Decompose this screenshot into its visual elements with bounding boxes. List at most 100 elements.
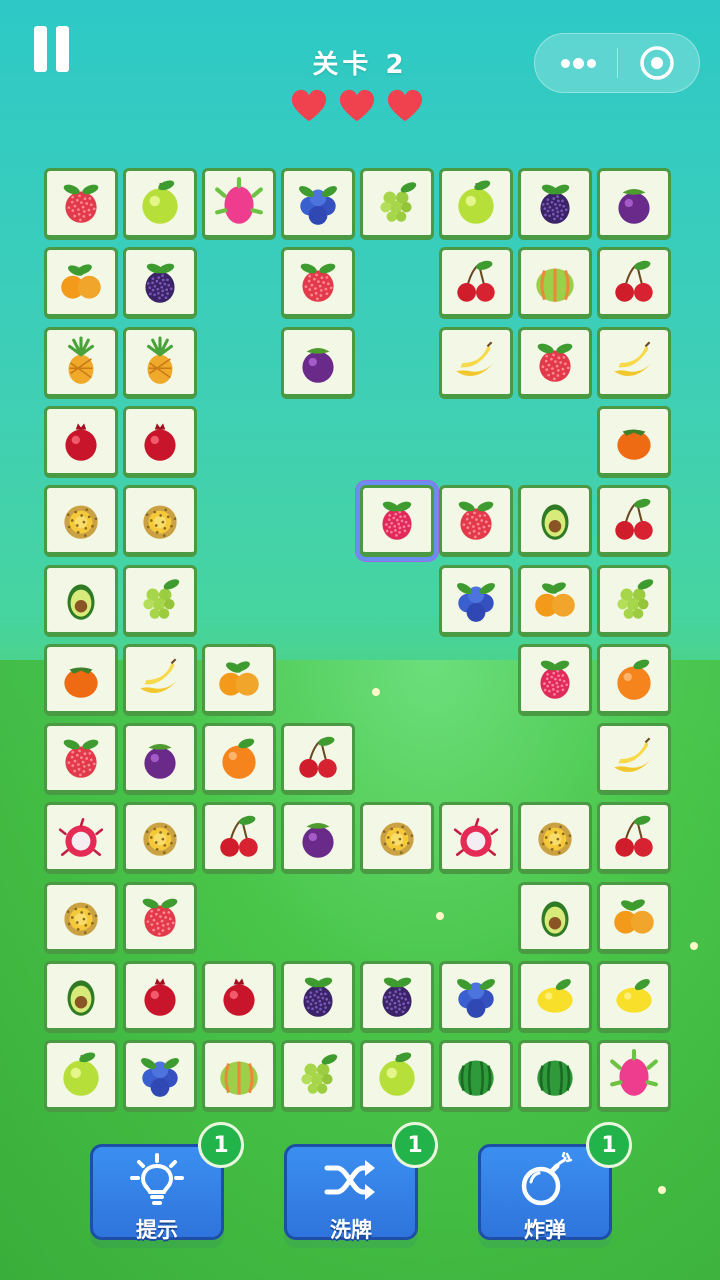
tile-watermelon[interactable] (518, 1040, 592, 1112)
tile-lychee[interactable] (44, 723, 118, 795)
tile-raspberry[interactable] (360, 485, 434, 557)
tile-apple[interactable] (360, 1040, 434, 1112)
tile-melon[interactable] (202, 1040, 276, 1112)
tile-grape[interactable] (281, 1040, 355, 1112)
blueberry-icon (457, 583, 495, 622)
avocado-icon (541, 901, 569, 937)
close-target-icon[interactable] (639, 45, 675, 81)
banana-icon (456, 341, 494, 377)
tile-grape[interactable] (123, 565, 197, 637)
tile-blueberry[interactable] (439, 961, 513, 1033)
tile-lychee[interactable] (44, 168, 118, 240)
tile-durian[interactable] (518, 802, 592, 874)
tile-cherry[interactable] (597, 802, 671, 874)
tile-lemon[interactable] (597, 961, 671, 1033)
tile-durian[interactable] (123, 802, 197, 874)
tile-orange[interactable] (597, 644, 671, 716)
tile-durian[interactable] (123, 485, 197, 557)
tile-watermelon[interactable] (439, 1040, 513, 1112)
tile-blueberry[interactable] (281, 168, 355, 240)
tile-dragonfruit[interactable] (597, 1040, 671, 1112)
tile-pomegranate[interactable] (202, 961, 276, 1033)
tile-lemon[interactable] (518, 961, 592, 1033)
tile-dragonfruit[interactable] (202, 168, 276, 240)
tile-pineapple[interactable] (44, 327, 118, 399)
tile-mangosteen[interactable] (281, 327, 355, 399)
tile-avocado[interactable] (518, 485, 592, 557)
tile-cherry[interactable] (281, 723, 355, 795)
tile-durian[interactable] (44, 882, 118, 954)
apple-icon (142, 180, 178, 224)
bomb-icon (521, 1152, 573, 1206)
tile-blueberry[interactable] (123, 1040, 197, 1112)
tile-durian[interactable] (360, 802, 434, 874)
tile-persimmon[interactable] (597, 406, 671, 478)
lemon-icon (537, 979, 573, 1013)
tile-apple[interactable] (123, 168, 197, 240)
banana-icon (614, 737, 652, 773)
tile-cherry[interactable] (597, 247, 671, 319)
tile-rambutan[interactable] (439, 802, 513, 874)
tile-kumquat[interactable] (44, 247, 118, 319)
tile-kumquat[interactable] (518, 565, 592, 637)
tile-lychee[interactable] (123, 882, 197, 954)
hint-button[interactable]: 提示 1 (90, 1122, 244, 1248)
tile-grape[interactable] (360, 168, 434, 240)
shuffle-button[interactable]: 洗牌 1 (284, 1122, 438, 1248)
tile-cherry[interactable] (597, 485, 671, 557)
tile-cherry[interactable] (439, 247, 513, 319)
blackberry-icon (382, 977, 412, 1017)
rambutan-icon (58, 818, 104, 857)
banana-icon (140, 658, 178, 694)
grape-icon (617, 579, 654, 619)
tile-orange[interactable] (202, 723, 276, 795)
tile-avocado[interactable] (44, 961, 118, 1033)
apple-icon (458, 180, 494, 224)
tile-blueberry[interactable] (439, 565, 513, 637)
tile-kumquat[interactable] (202, 644, 276, 716)
tile-raspberry[interactable] (518, 644, 592, 716)
cherry-icon (457, 260, 495, 302)
tile-mangosteen[interactable] (597, 168, 671, 240)
lychee-icon (458, 501, 494, 540)
tile-pineapple[interactable] (123, 327, 197, 399)
tile-banana[interactable] (123, 644, 197, 716)
tile-mangosteen[interactable] (281, 802, 355, 874)
tile-apple[interactable] (44, 1040, 118, 1112)
cherry-icon (615, 498, 653, 540)
tile-blackberry[interactable] (281, 961, 355, 1033)
lychee-icon (537, 343, 573, 382)
tile-apple[interactable] (439, 168, 513, 240)
tile-pomegranate[interactable] (44, 406, 118, 478)
tile-avocado[interactable] (44, 565, 118, 637)
blueberry-icon (457, 979, 495, 1018)
tile-banana[interactable] (439, 327, 513, 399)
tile-durian[interactable] (44, 485, 118, 557)
tile-melon[interactable] (518, 247, 592, 319)
tile-pomegranate[interactable] (123, 406, 197, 478)
tile-cherry[interactable] (202, 802, 276, 874)
mangosteen-icon (302, 347, 334, 383)
melon-icon (220, 1061, 258, 1095)
more-menu-button[interactable] (535, 34, 617, 92)
tile-banana[interactable] (597, 327, 671, 399)
bomb-button[interactable]: 炸弹 1 (478, 1122, 632, 1248)
tile-lychee[interactable] (518, 327, 592, 399)
tile-pomegranate[interactable] (123, 961, 197, 1033)
tile-persimmon[interactable] (44, 644, 118, 716)
bomb-label: 炸弹 (524, 1218, 566, 1242)
tile-blackberry[interactable] (518, 168, 592, 240)
tile-banana[interactable] (597, 723, 671, 795)
tile-grape[interactable] (597, 565, 671, 637)
tile-lychee[interactable] (281, 247, 355, 319)
blueberry-icon (141, 1058, 179, 1097)
tile-blackberry[interactable] (360, 961, 434, 1033)
tile-blackberry[interactable] (123, 247, 197, 319)
tile-lychee[interactable] (439, 485, 513, 557)
watermelon-icon (537, 1060, 573, 1096)
tile-avocado[interactable] (518, 882, 592, 954)
tile-rambutan[interactable] (44, 802, 118, 874)
tile-mangosteen[interactable] (123, 723, 197, 795)
dragonfruit-icon (215, 177, 263, 224)
tile-kumquat[interactable] (597, 882, 671, 954)
